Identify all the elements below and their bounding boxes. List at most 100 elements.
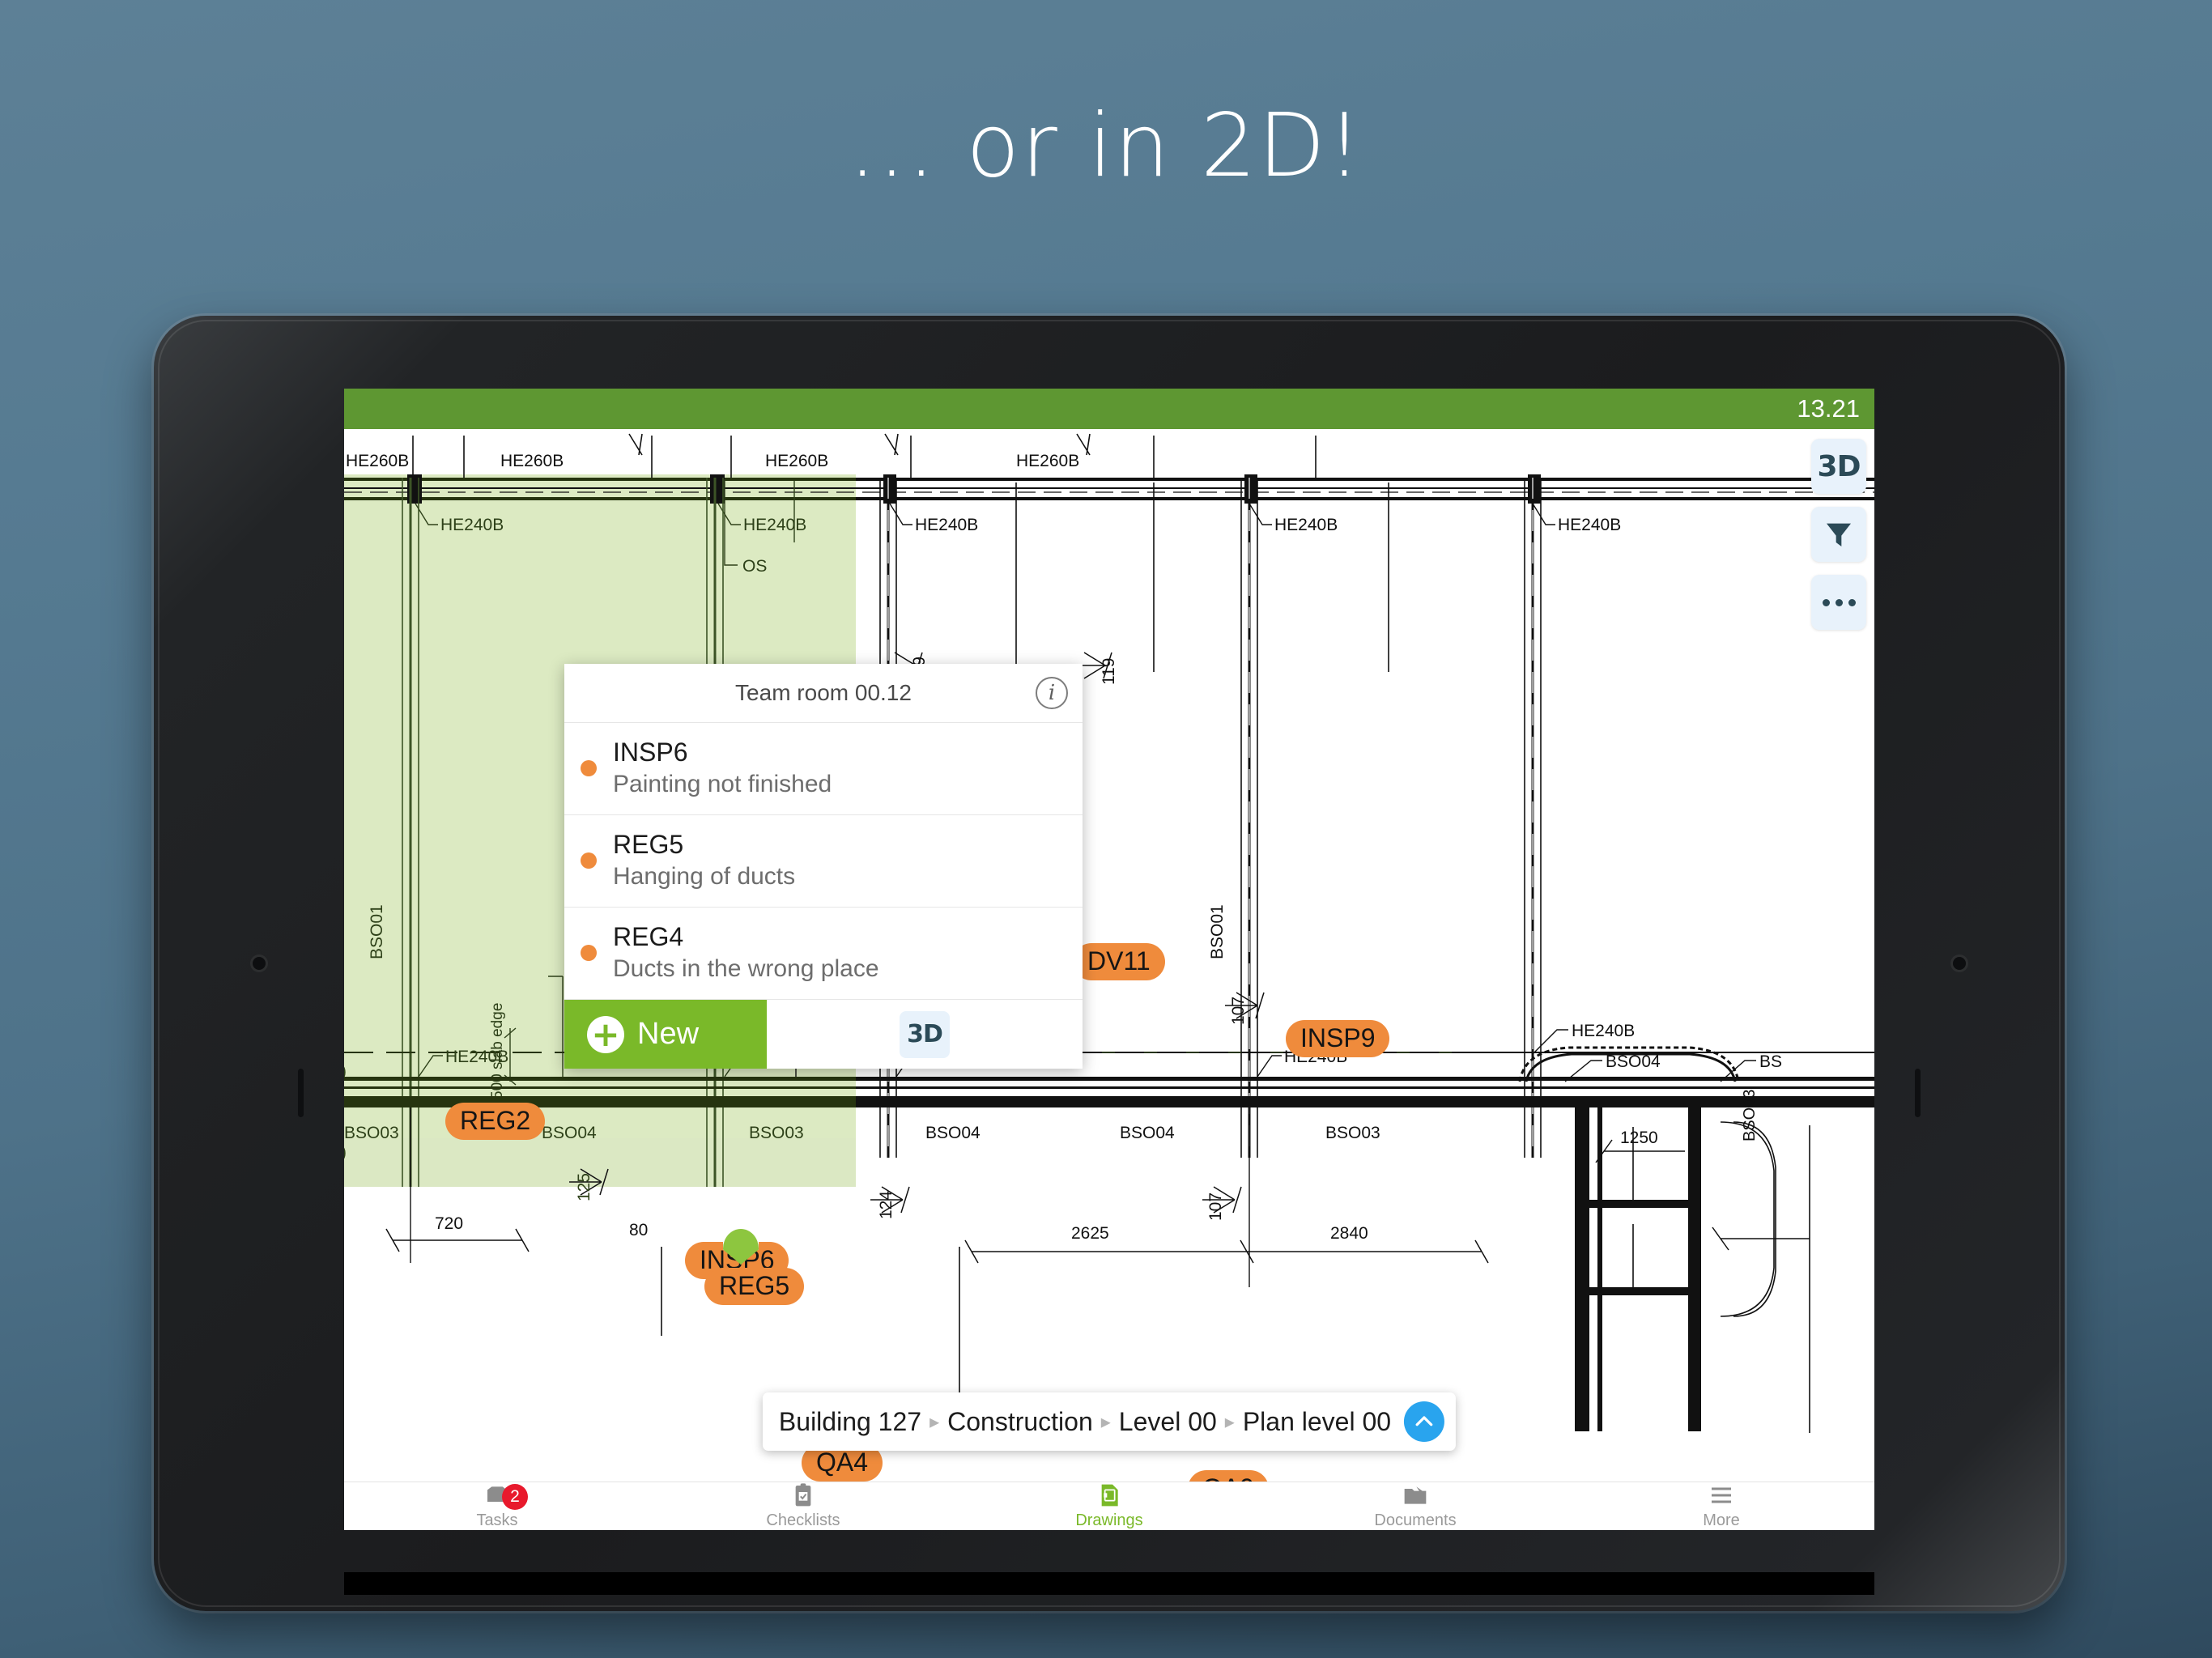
svg-text:BSO04: BSO04 [1120,1124,1175,1142]
svg-text:HE240B: HE240B [915,516,978,534]
breadcrumb-separator-icon: ▸ [929,1410,940,1433]
svg-text:HE240B: HE240B [1558,516,1621,534]
folder-icon [1404,1486,1427,1504]
filter-button[interactable] [1811,507,1866,562]
chevron-up-icon [1415,1416,1433,1426]
list-item-desc: Ducts in the wrong place [613,955,879,982]
nav-label-more: More [1703,1511,1740,1529]
nav-item-documents[interactable]: Documents [1262,1482,1568,1530]
marker-reg5[interactable]: REG5 [704,1268,805,1305]
hamburger-menu-icon [1712,1487,1731,1503]
popup-footer-right: 3D [767,1000,1083,1069]
svg-text:HE240B: HE240B [1274,516,1338,534]
svg-text:): ) [344,1143,347,1162]
marker-qa9[interactable]: QA9 [1188,1470,1270,1482]
list-item-desc: Painting not finished [613,771,832,797]
svg-text:HE240B: HE240B [1572,1022,1635,1040]
list-item-code: REG5 [613,830,684,859]
clipboard-check-icon [795,1483,811,1507]
svg-text:124: 124 [877,1191,895,1219]
speaker-left [298,1069,304,1117]
svg-text:BSO04: BSO04 [542,1124,597,1142]
svg-text:BSO03: BSO03 [344,1124,399,1142]
speaker-right [1915,1069,1921,1117]
svg-text:HE240B: HE240B [440,516,504,534]
list-item-code: INSP6 [613,738,688,767]
nav-item-more[interactable]: More [1568,1482,1874,1530]
svg-text:HE240B: HE240B [445,1048,508,1066]
tablet-device-frame: 13.21 .wl{fill:none;stroke:#111;stroke-w… [154,316,2065,1611]
new-task-button[interactable]: + New [564,1000,767,1069]
tablet-screen: 13.21 .wl{fill:none;stroke:#111;stroke-w… [344,389,1874,1530]
svg-text:HE240B: HE240B [743,516,806,534]
svg-text:OS: OS [742,557,767,576]
status-dot-icon [581,852,597,869]
svg-text:2840: 2840 [1330,1224,1368,1243]
popup-header: Team room 00.12 i [564,664,1083,722]
camera-lens-right [1953,957,1966,970]
marker-dv11[interactable]: DV11 [1073,943,1165,980]
drawing-toolbar: 3D [1811,439,1866,630]
plus-icon: + [587,1015,624,1053]
breadcrumb-item-plan[interactable]: Plan level 00 [1243,1407,1391,1437]
nav-label-documents: Documents [1374,1511,1457,1529]
info-icon[interactable]: i [1036,677,1068,709]
status-bar: 13.21 [344,389,1874,429]
page-title: ... or in 2D! [848,96,1364,197]
filter-icon [1827,523,1851,546]
svg-text:): ) [344,1062,347,1081]
list-item[interactable]: INSP6 Painting not finished [564,722,1083,814]
svg-text:80: 80 [629,1221,648,1239]
nav-label-drawings: Drawings [1075,1511,1143,1529]
popup-footer: + New 3D [564,999,1083,1069]
svg-text:2625: 2625 [1071,1224,1109,1243]
svg-text:720: 720 [435,1214,463,1233]
nav-label-tasks: Tasks [476,1511,518,1529]
svg-text:119: 119 [1100,658,1118,685]
list-item-desc: Hanging of ducts [613,863,796,890]
marker-insp9[interactable]: INSP9 [1286,1020,1390,1057]
nav-label-checklists: Checklists [766,1511,840,1529]
breadcrumb-item-building[interactable]: Building 127 [779,1407,921,1437]
list-item[interactable]: REG4 Ducts in the wrong place [564,907,1083,999]
svg-text:BSO04: BSO04 [925,1124,981,1142]
svg-text:125: 125 [575,1173,593,1201]
expand-breadcrumb-button[interactable] [1404,1401,1445,1442]
device-home-bar [344,1572,1874,1595]
svg-text:HE260B: HE260B [346,452,409,470]
list-item-code: REG4 [613,922,684,951]
svg-text:BSO01: BSO01 [1208,904,1227,959]
more-icon [1822,598,1856,606]
status-bar-clock: 13.21 [1797,394,1860,423]
breadcrumb-separator-icon: ▸ [1100,1410,1111,1433]
svg-text:BSO03: BSO03 [749,1124,804,1142]
popup-title: Team room 00.12 [735,680,912,705]
tasks-badge: 2 [502,1484,528,1510]
svg-text:HE260B: HE260B [765,452,828,470]
status-dot-icon [581,944,597,961]
toggle-3d-button[interactable]: 3D [1811,439,1866,494]
more-options-button[interactable] [1811,575,1866,630]
status-dot-icon [581,759,597,776]
svg-text:1250: 1250 [1620,1129,1658,1147]
nav-item-tasks[interactable]: 2 Tasks [344,1482,650,1530]
location-detail-popup: Team room 00.12 i INSP6 Painting not fin… [564,664,1083,1069]
svg-text:107: 107 [1206,1192,1225,1221]
breadcrumb-item-level[interactable]: Level 00 [1119,1407,1217,1437]
drawing-canvas[interactable]: .wl{fill:none;stroke:#111;stroke-width:3… [344,429,1874,1482]
breadcrumb-separator-icon: ▸ [1224,1410,1235,1433]
breadcrumb-item-construction[interactable]: Construction [947,1407,1093,1437]
svg-text:HE260B: HE260B [1016,452,1079,470]
bottom-navigation: 2 Tasks Checklists Drawings Documents Mo… [344,1482,1874,1530]
drawings-icon [1101,1484,1118,1507]
popup-3d-button[interactable]: 3D [900,1010,950,1058]
svg-text:107: 107 [1229,997,1248,1025]
svg-text:BSO03: BSO03 [1325,1124,1380,1142]
nav-item-checklists[interactable]: Checklists [650,1482,956,1530]
marker-reg2[interactable]: REG2 [445,1103,546,1140]
new-task-label: New [637,1017,700,1051]
camera-lens-left [253,957,266,970]
svg-text:BS: BS [1759,1052,1782,1071]
list-item[interactable]: REG5 Hanging of ducts [564,814,1083,907]
nav-item-drawings[interactable]: Drawings [956,1482,1262,1530]
